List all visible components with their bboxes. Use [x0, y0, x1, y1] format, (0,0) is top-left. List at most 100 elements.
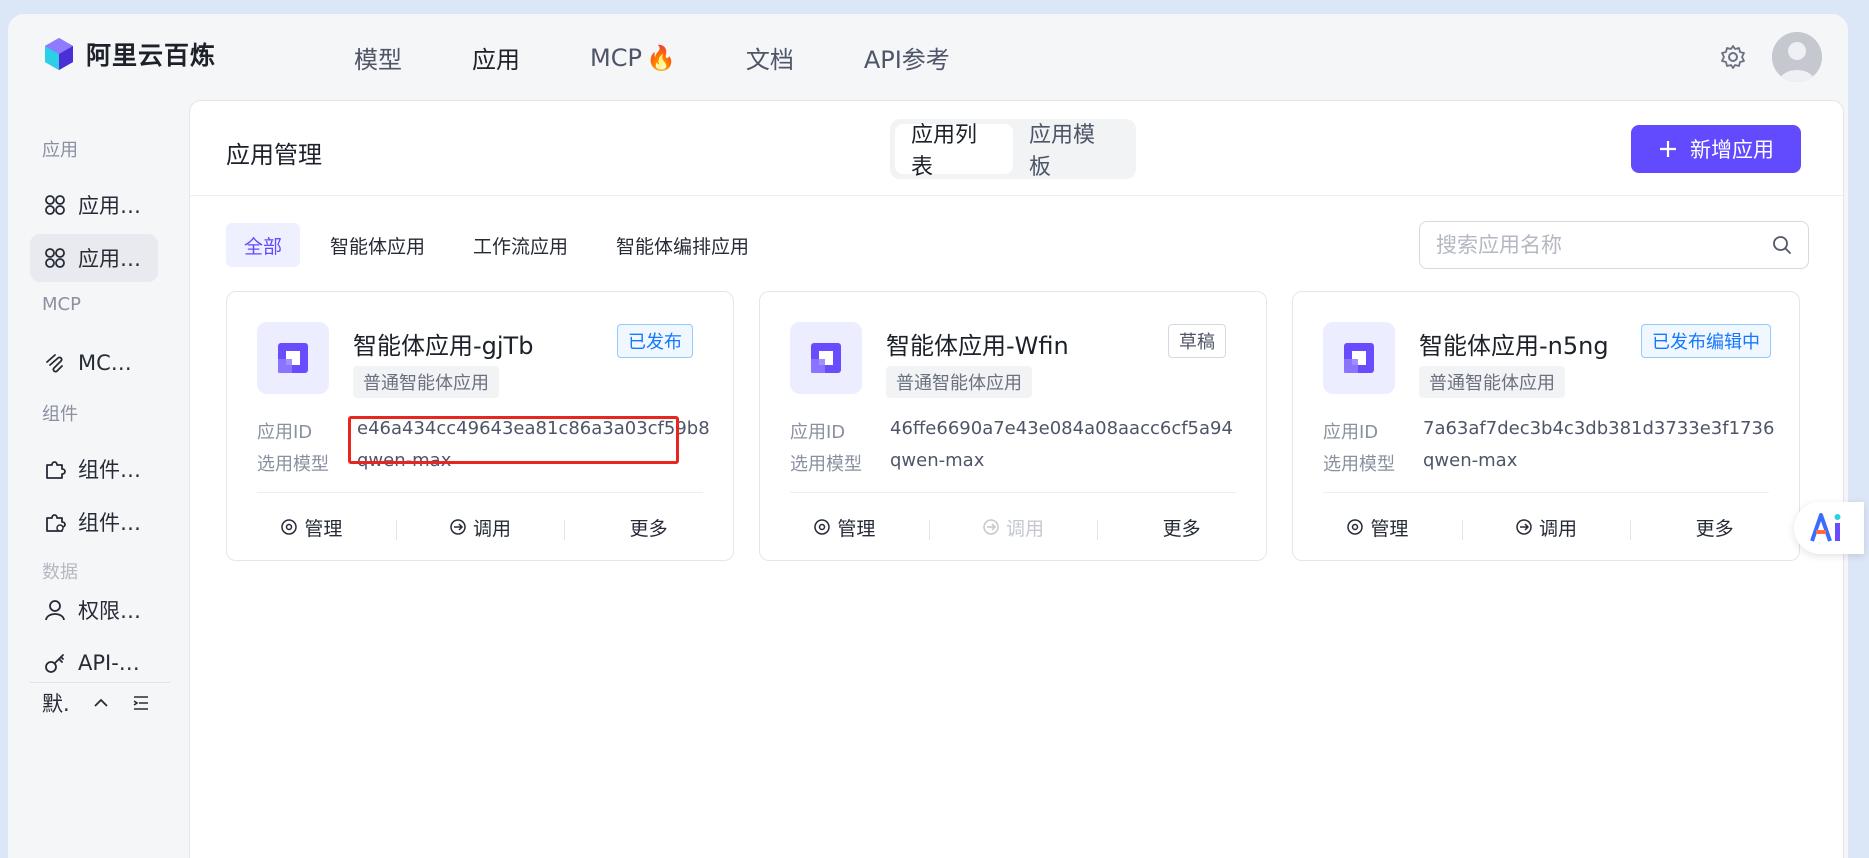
- status-badge: 已发布编辑中: [1641, 324, 1771, 358]
- arrow-right-circle-icon: [1516, 519, 1532, 535]
- search-input[interactable]: [1436, 233, 1756, 257]
- invoke-button[interactable]: 调用: [395, 514, 565, 541]
- sidebar-item-mcp[interactable]: MC…: [30, 339, 158, 387]
- card-actions: 管理 调用 更多: [227, 502, 733, 552]
- manage-icon: [281, 519, 298, 535]
- tab-app-list[interactable]: 应用列表: [895, 123, 1013, 180]
- filter-all[interactable]: 全部: [226, 223, 301, 267]
- invoke-button[interactable]: 调用: [1461, 514, 1631, 541]
- app-window: 阿里云百炼 模型 应用 MCP 🔥 文档 API参考 应用 应用… 应用… MC…: [8, 14, 1848, 858]
- sidebar-item-label: MC…: [78, 351, 132, 375]
- app-card-2[interactable]: 智能体应用-Wfin 草稿 普通智能体应用 应用ID 46ffe6690a7e4…: [759, 291, 1267, 561]
- sidebar-item-label: 组件…: [78, 511, 141, 535]
- puzzle-settings-icon: [46, 514, 66, 532]
- sidebar-item-api-key[interactable]: API-…: [30, 639, 158, 687]
- manage-icon: [1347, 519, 1364, 535]
- main-header: 应用管理 应用列表 应用模板 新增应用: [190, 101, 1843, 196]
- nav-link-models[interactable]: 模型: [354, 40, 402, 75]
- chevron-up-icon[interactable]: [92, 694, 110, 712]
- app-icon: [257, 322, 329, 394]
- app-id-row: 应用ID 46ffe6690a7e43e084a08aacc6cf5a94: [790, 418, 1233, 444]
- add-app-button[interactable]: 新增应用: [1631, 125, 1801, 173]
- avatar[interactable]: [1772, 32, 1822, 82]
- app-id-row: 应用ID 7a63af7dec3b4c3db381d3733e3f1736: [1323, 418, 1774, 444]
- sidebar: 应用 应用… 应用… MCP MC… 组件 组件… 组件… 数据 权限… API…: [8, 100, 180, 858]
- card-actions: 管理 调用 更多: [1293, 502, 1799, 552]
- user-icon: [45, 600, 65, 621]
- nav-link-apps[interactable]: 应用: [472, 40, 520, 75]
- app-id-value[interactable]: 46ffe6690a7e43e084a08aacc6cf5a94: [890, 418, 1233, 444]
- filter-workflow[interactable]: 工作流应用: [455, 223, 586, 267]
- view-tabs: 应用列表 应用模板: [890, 119, 1136, 180]
- manage-label: 管理: [1370, 517, 1409, 540]
- manage-label: 管理: [837, 517, 876, 540]
- app-model-value: qwen-max: [890, 450, 985, 471]
- sidebar-footer: 默.: [30, 682, 170, 722]
- app-model-value: qwen-max: [1423, 450, 1518, 471]
- app-model-label: 选用模型: [790, 454, 862, 475]
- sidebar-item-label: 权限…: [78, 599, 141, 623]
- manage-button[interactable]: 管理: [1293, 514, 1462, 541]
- ai-assistant-button[interactable]: [1794, 502, 1864, 554]
- invoke-label: 调用: [1539, 517, 1578, 540]
- manage-button[interactable]: 管理: [227, 514, 396, 541]
- more-button[interactable]: 更多: [564, 514, 733, 541]
- app-model-label: 选用模型: [1323, 454, 1395, 475]
- brand-logo[interactable]: 阿里云百炼: [42, 36, 216, 72]
- manage-button[interactable]: 管理: [760, 514, 929, 541]
- nav-link-mcp[interactable]: MCP 🔥: [590, 40, 676, 75]
- sidebar-section-app: 应用: [42, 140, 78, 161]
- brand-logo-icon: [45, 38, 73, 70]
- nav-link-api-reference[interactable]: API参考: [864, 40, 950, 75]
- plus-icon: [1660, 141, 1676, 157]
- sidebar-item-app-1[interactable]: 应用…: [30, 181, 158, 229]
- manage-icon: [814, 519, 831, 535]
- app-icon: [790, 322, 862, 394]
- app-id-value[interactable]: 7a63af7dec3b4c3db381d3733e3f1736: [1423, 418, 1774, 444]
- search-icon[interactable]: [1772, 235, 1792, 255]
- app-square-icon: [811, 343, 841, 373]
- filter-agent-orchestration[interactable]: 智能体编排应用: [598, 223, 767, 267]
- sidebar-item-label: 应用…: [78, 247, 141, 271]
- app-square-icon: [278, 343, 308, 373]
- sidebar-item-component-2[interactable]: 组件…: [30, 498, 158, 546]
- sidebar-item-label: API-…: [78, 651, 140, 675]
- app-id-label: 应用ID: [1323, 422, 1379, 443]
- mcp-icon: [46, 354, 63, 373]
- gear-icon[interactable]: [1720, 44, 1746, 70]
- app-name: 智能体应用-gjTb: [353, 332, 534, 360]
- app-id-label: 应用ID: [257, 422, 313, 443]
- status-badge: 已发布: [617, 324, 693, 358]
- puzzle-icon: [46, 461, 66, 479]
- card-divider: [1323, 492, 1769, 493]
- nav-link-mcp-label: MCP: [590, 43, 642, 72]
- more-label: 更多: [629, 517, 668, 540]
- tab-app-templates[interactable]: 应用模板: [1013, 123, 1131, 180]
- nav-link-docs[interactable]: 文档: [746, 40, 794, 75]
- more-label: 更多: [1162, 517, 1201, 540]
- app-type-tag: 普通智能体应用: [353, 366, 499, 398]
- app-card-3[interactable]: 智能体应用-n5ng 已发布编辑中 普通智能体应用 应用ID 7a63af7de…: [1292, 291, 1800, 561]
- sidebar-section-data: 数据: [42, 562, 78, 583]
- sidebar-item-permissions[interactable]: 权限…: [30, 586, 158, 634]
- more-label: 更多: [1695, 517, 1734, 540]
- sidebar-item-app-2[interactable]: 应用…: [30, 234, 158, 282]
- main-panel: 应用管理 应用列表 应用模板 新增应用 全部 智能体应用 工作流应用 智能体编排…: [189, 100, 1844, 858]
- search-box: [1419, 221, 1809, 269]
- more-button[interactable]: 更多: [1097, 514, 1266, 541]
- app-model-row: 选用模型 qwen-max: [790, 450, 984, 476]
- ai-logo-icon: [1810, 513, 1841, 542]
- workspace-selector[interactable]: 默.: [42, 688, 70, 718]
- app-model-label: 选用模型: [257, 454, 329, 475]
- sidebar-item-component-1[interactable]: 组件…: [30, 445, 158, 493]
- collapse-menu-icon[interactable]: [132, 694, 150, 712]
- filter-agent[interactable]: 智能体应用: [312, 223, 443, 267]
- app-id-label: 应用ID: [790, 422, 846, 443]
- fire-icon: 🔥: [645, 43, 676, 72]
- annotation-highlight-box: [348, 416, 679, 464]
- arrow-right-circle-icon: [983, 519, 999, 535]
- sidebar-item-label: 组件…: [78, 458, 141, 482]
- more-button[interactable]: 更多: [1630, 514, 1799, 541]
- invoke-label: 调用: [1006, 517, 1045, 540]
- app-type-tag: 普通智能体应用: [1419, 366, 1565, 398]
